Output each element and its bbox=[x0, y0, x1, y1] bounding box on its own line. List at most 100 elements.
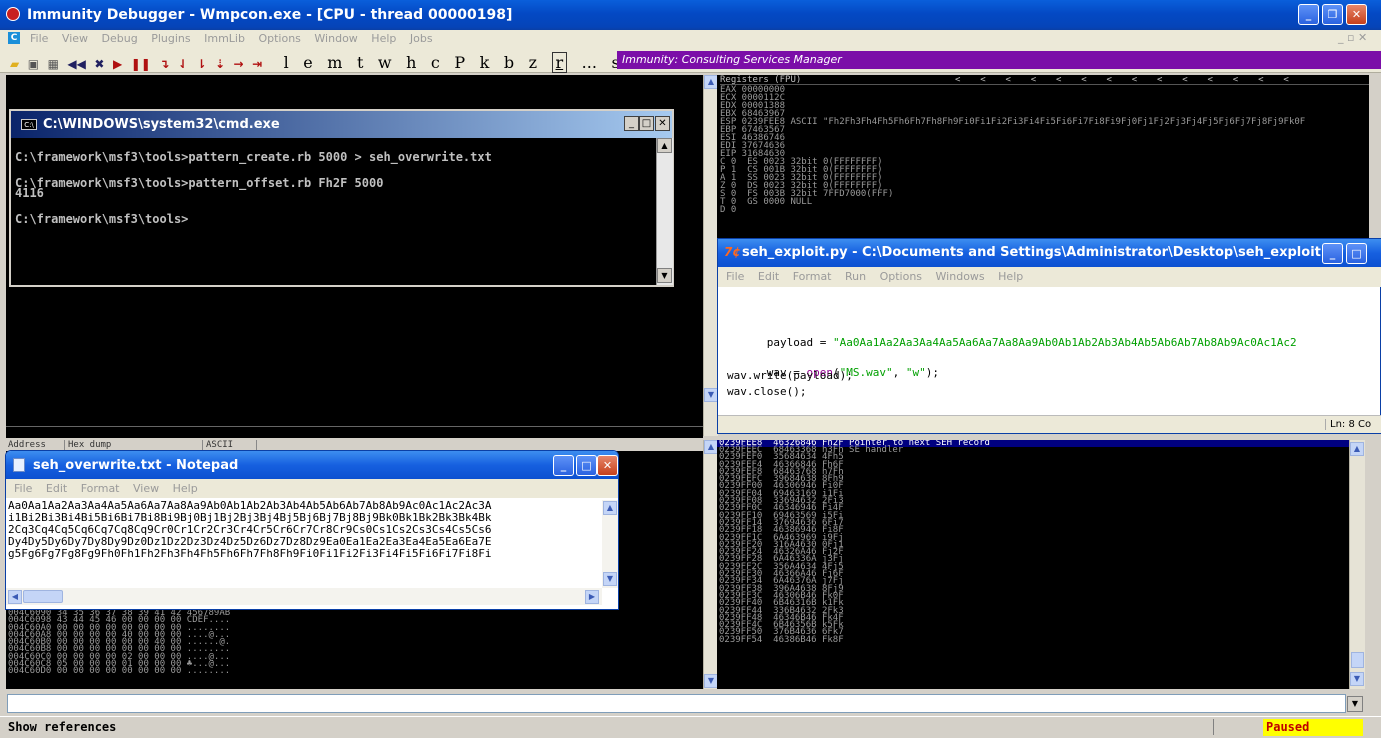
tb-handles-button[interactable]: h bbox=[406, 53, 416, 72]
register-line[interactable]: ESP 0239FEE8 ASCII "Fh2Fh3Fh4Fh5Fh6Fh7Fh… bbox=[720, 118, 1305, 127]
main-title-bar[interactable]: Immunity Debugger - Wmpcon.exe - [CPU - … bbox=[0, 0, 1381, 30]
notepad-vscrollbar[interactable]: ▲ ▼ bbox=[602, 500, 618, 588]
idle-menu-format[interactable]: Format bbox=[793, 270, 832, 283]
register-line[interactable]: EAX 00000000 bbox=[720, 86, 1305, 95]
tb-z-button[interactable]: z bbox=[529, 53, 537, 72]
idle-menu-windows[interactable]: Windows bbox=[936, 270, 985, 283]
tb-threads-button[interactable]: t bbox=[357, 53, 363, 72]
notepad-maximize-button[interactable]: □ bbox=[576, 455, 597, 476]
notepad-scroll-left[interactable]: ◀ bbox=[8, 590, 22, 604]
tb-patches-button[interactable]: P bbox=[454, 53, 465, 72]
notepad-menu-help[interactable]: Help bbox=[173, 482, 198, 495]
menu-view[interactable]: View bbox=[62, 32, 88, 45]
cmd-minimize-button[interactable]: _ bbox=[624, 116, 639, 131]
idle-minimize-button[interactable]: _ bbox=[1322, 243, 1343, 264]
notepad-scroll-right[interactable]: ▶ bbox=[585, 590, 599, 604]
cmd-scroll-up[interactable]: ▲ bbox=[657, 138, 672, 153]
cmd-title-bar[interactable]: C:\ C:\WINDOWS\system32\cmd.exe _ □ ✕ bbox=[11, 111, 672, 138]
tb-log-button[interactable]: l bbox=[284, 53, 289, 72]
notepad-scroll-down[interactable]: ▼ bbox=[603, 572, 617, 586]
notepad-menu-format[interactable]: Format bbox=[81, 482, 120, 495]
menu-debug[interactable]: Debug bbox=[102, 32, 138, 45]
tb-windows-button[interactable]: w bbox=[378, 53, 392, 72]
register-line[interactable]: ESI 46386746 bbox=[720, 134, 1305, 143]
notepad-text-area[interactable]: Aa0Aa1Aa2Aa3Aa4Aa5Aa6Aa7Aa8Aa9Ab0Ab1Ab2A… bbox=[8, 500, 601, 588]
close-button[interactable]: ✕ bbox=[1346, 4, 1367, 25]
cmd-maximize-button[interactable]: □ bbox=[639, 116, 654, 131]
cmd-console[interactable]: C:\framework\msf3\tools>pattern_create.r… bbox=[11, 138, 656, 285]
idle-menu-options[interactable]: Options bbox=[880, 270, 922, 283]
idle-menu-file[interactable]: File bbox=[726, 270, 744, 283]
execute-till-return-icon[interactable]: → bbox=[234, 57, 244, 71]
rewind-icon[interactable]: ◀◀ bbox=[67, 57, 85, 71]
step-over-icon[interactable]: ⇃ bbox=[178, 57, 188, 71]
step-into-icon[interactable]: ↴ bbox=[159, 57, 169, 71]
idle-menu-run[interactable]: Run bbox=[845, 270, 866, 283]
open-folder-icon[interactable]: ▰ bbox=[10, 57, 19, 71]
tb-cpu-button[interactable]: c bbox=[431, 53, 440, 72]
stack-pane[interactable]: 0239FEE8 46326846 Fh2F Pointer to next S… bbox=[717, 440, 1349, 689]
notepad-minimize-button[interactable]: _ bbox=[553, 455, 574, 476]
minimize-button[interactable]: _ bbox=[1298, 4, 1319, 25]
stack-row[interactable]: 0239FF54 46386B46 Fk8F bbox=[719, 635, 903, 644]
register-line[interactable]: ECX 0000112C bbox=[720, 94, 1305, 103]
scroll-down-button[interactable]: ▼ bbox=[704, 388, 718, 402]
menu-immlib[interactable]: ImmLib bbox=[204, 32, 245, 45]
notepad-hscroll-thumb[interactable] bbox=[23, 590, 63, 603]
play-icon[interactable]: ▶ bbox=[113, 57, 122, 71]
stack-scroll-up[interactable]: ▲ bbox=[1350, 442, 1364, 456]
dump-row[interactable]: 004C60D0 00 00 00 00 00 00 00 00 .......… bbox=[8, 667, 230, 676]
register-line[interactable]: EBP 67463567 bbox=[720, 126, 1305, 135]
menu-options[interactable]: Options bbox=[258, 32, 300, 45]
scroll-up-button[interactable]: ▲ bbox=[704, 75, 718, 89]
cmd-scrollbar[interactable]: ▲ ▼ bbox=[656, 138, 673, 285]
register-line[interactable]: EDX 00001388 bbox=[720, 102, 1305, 111]
close-x-icon[interactable]: ✖ bbox=[94, 57, 104, 71]
pause-icon[interactable]: ❚❚ bbox=[131, 57, 151, 71]
calc-icon[interactable]: ▦ bbox=[48, 57, 59, 71]
idle-code-area[interactable]: payload = "Aa0Aa1Aa2Aa3Aa4Aa5Aa6Aa7Aa8Aa… bbox=[718, 287, 1381, 415]
registers-header-arrows[interactable]: < < < < < < < < < < < < < < bbox=[955, 75, 1292, 85]
restore-button[interactable]: ❐ bbox=[1322, 4, 1343, 25]
register-line[interactable]: EDI 37674636 bbox=[720, 142, 1305, 151]
notepad-window[interactable]: seh_overwrite.txt - Notepad _ □ ✕ File E… bbox=[5, 450, 619, 610]
cmd-window[interactable]: C:\ C:\WINDOWS\system32\cmd.exe _ □ ✕ C:… bbox=[9, 109, 674, 287]
menu-jobs[interactable]: Jobs bbox=[410, 32, 433, 45]
menu-file[interactable]: File bbox=[30, 32, 48, 45]
trace-over-icon[interactable]: ⇣ bbox=[215, 57, 225, 71]
cmd-close-button[interactable]: ✕ bbox=[655, 116, 670, 131]
menu-plugins[interactable]: Plugins bbox=[151, 32, 190, 45]
idle-editor-window[interactable]: 7¢ seh_exploit.py - C:\Documents and Set… bbox=[717, 238, 1381, 434]
tb-executable-modules-button[interactable]: e bbox=[303, 53, 312, 72]
notepad-menu-view[interactable]: View bbox=[133, 482, 159, 495]
flag-line[interactable]: D 0 bbox=[720, 206, 1305, 215]
dump-scroll-down[interactable]: ▼ bbox=[704, 674, 718, 688]
stack-scrollbar[interactable]: ▲ ▼ bbox=[1349, 440, 1365, 689]
dump-scroll-up[interactable]: ▲ bbox=[704, 440, 718, 454]
stack-scroll-down[interactable]: ▼ bbox=[1350, 672, 1364, 686]
notepad-hscrollbar[interactable]: ◀ ▶ bbox=[6, 588, 602, 605]
go-to-icon[interactable]: ⇥ bbox=[252, 57, 262, 71]
registers-pane[interactable]: Registers (FPU) < < < < < < < < < < < < … bbox=[717, 75, 1369, 245]
trace-into-icon[interactable]: ⇂ bbox=[196, 57, 206, 71]
notepad-menu-file[interactable]: File bbox=[14, 482, 32, 495]
menu-help[interactable]: Help bbox=[371, 32, 396, 45]
consulting-banner[interactable]: Immunity: Consulting Services Manager bbox=[617, 51, 1381, 69]
cmd-scroll-down[interactable]: ▼ bbox=[657, 268, 672, 283]
idle-maximize-button[interactable]: □ bbox=[1346, 243, 1367, 264]
child-window-controls[interactable]: _ ▫ ✕ bbox=[1338, 31, 1367, 44]
notepad-scroll-up[interactable]: ▲ bbox=[603, 501, 617, 515]
menu-window[interactable]: Window bbox=[314, 32, 357, 45]
notepad-title-bar[interactable]: seh_overwrite.txt - Notepad _ □ ✕ bbox=[6, 451, 618, 479]
tb-memory-button[interactable]: m bbox=[327, 53, 342, 72]
command-dropdown-button[interactable]: ▼ bbox=[1347, 696, 1363, 712]
notepad-menu-edit[interactable]: Edit bbox=[46, 482, 67, 495]
notepad-close-button[interactable]: ✕ bbox=[597, 455, 618, 476]
idle-menu-help[interactable]: Help bbox=[998, 270, 1023, 283]
flag-line[interactable]: T 0 GS 0000 NULL bbox=[720, 198, 1305, 207]
tb-breakpoints-button[interactable]: b bbox=[504, 53, 514, 72]
command-input[interactable] bbox=[7, 694, 1346, 713]
stack-scroll-thumb[interactable] bbox=[1351, 652, 1364, 668]
idle-title-bar[interactable]: 7¢ seh_exploit.py - C:\Documents and Set… bbox=[718, 239, 1381, 267]
dump-scrollbar[interactable]: ▲ ▼ bbox=[703, 440, 718, 689]
